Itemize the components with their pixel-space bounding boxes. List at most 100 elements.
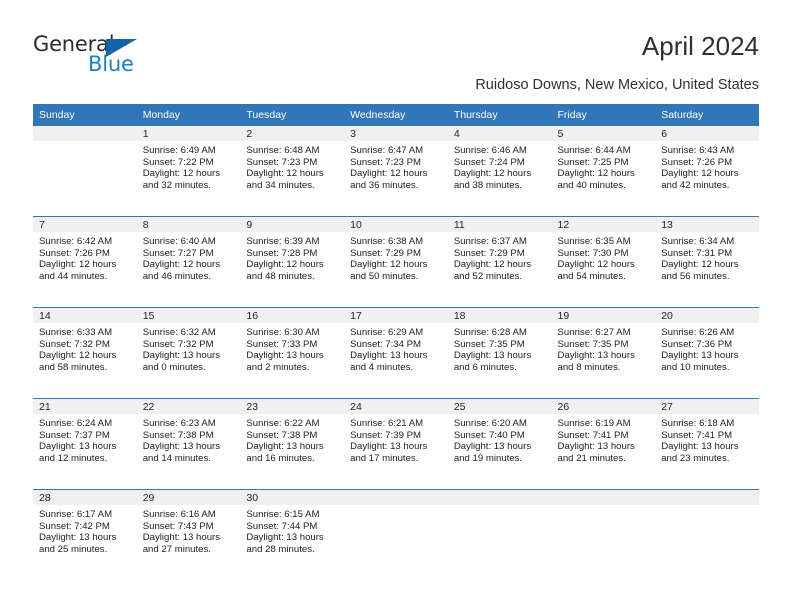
sunrise-time: Sunrise: 6:35 AM: [557, 236, 631, 247]
calendar-day-cell[interactable]: 3 Sunrise: 6:47 AM Sunset: 7:23 PM Daylight…: [344, 126, 448, 217]
sunset-time: Sunset: 7:41 PM: [661, 429, 733, 441]
day-cell-inner: 7 Sunrise: 6:42 AM Sunset: 7:26 PM Daylight…: [33, 217, 137, 307]
daylight-duration-line1: Daylight: 13 hours: [246, 441, 324, 453]
sunset-time: Sunset: 7:22 PM: [142, 156, 214, 168]
day-number: 1: [136, 126, 241, 141]
calendar-day-cell[interactable]: 7 Sunrise: 6:42 AM Sunset: 7:26 PM Daylight…: [33, 216, 137, 308]
day-details: Sunrise: 6:49 AM Sunset: 7:22 PM Daylight:…: [137, 141, 241, 191]
calendar-day-cell[interactable]: 22 Sunrise: 6:23 AM Sunset: 7:38 PM Dayligh…: [136, 398, 241, 490]
calendar-day-cell[interactable]: 12 Sunrise: 6:35 AM Sunset: 7:30 PM Dayligh…: [551, 216, 656, 308]
calendar-day-cell[interactable]: 26 Sunrise: 6:19 AM Sunset: 7:41 PM Dayligh…: [551, 398, 656, 490]
calendar-day-cell[interactable]: 29 Sunrise: 6:16 AM Sunset: 7:43 PM Dayligh…: [136, 489, 241, 580]
calendar-body: 1 Sunrise: 6:49 AM Sunset: 7:22 PM Daylight…: [33, 126, 759, 580]
sunset-time: Sunset: 7:27 PM: [142, 247, 214, 259]
day-details: Sunrise: 6:32 AM Sunset: 7:32 PM Daylight:…: [137, 323, 241, 373]
day-details: Sunrise: 6:15 AM Sunset: 7:44 PM Daylight:…: [240, 505, 344, 555]
calendar-day-cell[interactable]: 11 Sunrise: 6:37 AM Sunset: 7:29 PM Dayligh…: [447, 216, 552, 308]
day-cell-inner: 26 Sunrise: 6:19 AM Sunset: 7:41 PM Dayligh…: [551, 399, 656, 489]
calendar-day-cell[interactable]: 10 Sunrise: 6:38 AM Sunset: 7:29 PM Dayligh…: [344, 216, 448, 308]
daylight-duration-line1: Daylight: 13 hours: [142, 532, 221, 544]
calendar-day-cell: [447, 489, 552, 580]
day-cell-inner: 13 Sunrise: 6:34 AM Sunset: 7:31 PM Dayligh…: [655, 217, 759, 307]
sunset-time: Sunset: 7:34 PM: [350, 338, 422, 350]
daylight-duration-line2: and 12 minutes.: [39, 452, 108, 464]
calendar-day-cell[interactable]: 14 Sunrise: 6:33 AM Sunset: 7:32 PM Dayligh…: [33, 307, 137, 399]
calendar-day-cell[interactable]: 6 Sunrise: 6:43 AM Sunset: 7:26 PM Daylight…: [655, 126, 759, 217]
daylight-duration-line1: Daylight: 12 hours: [557, 259, 635, 271]
daylight-duration-line1: Daylight: 12 hours: [453, 168, 532, 180]
weekday-header-friday: Friday: [551, 104, 656, 126]
day-cell-inner: 21 Sunrise: 6:24 AM Sunset: 7:37 PM Dayligh…: [33, 399, 137, 489]
day-details: Sunrise: 6:33 AM Sunset: 7:32 PM Daylight:…: [33, 323, 137, 373]
calendar-day-cell[interactable]: 28 Sunrise: 6:17 AM Sunset: 7:42 PM Dayligh…: [33, 489, 137, 580]
sunrise-time: Sunrise: 6:26 AM: [661, 327, 735, 338]
sunrise-time: Sunrise: 6:17 AM: [39, 509, 113, 520]
calendar-day-cell[interactable]: 16 Sunrise: 6:30 AM Sunset: 7:33 PM Dayligh…: [240, 307, 345, 399]
calendar-day-cell[interactable]: 25 Sunrise: 6:20 AM Sunset: 7:40 PM Dayligh…: [447, 398, 552, 490]
sunrise-time: Sunrise: 6:24 AM: [39, 418, 113, 429]
day-cell-inner: [33, 126, 137, 216]
daylight-duration-line1: Daylight: 13 hours: [246, 350, 324, 362]
calendar-day-cell[interactable]: 4 Sunrise: 6:46 AM Sunset: 7:24 PM Daylight…: [447, 126, 552, 217]
calendar-day-cell: [655, 489, 759, 580]
calendar-day-cell[interactable]: 20 Sunrise: 6:26 AM Sunset: 7:36 PM Dayligh…: [655, 307, 759, 399]
calendar-day-cell[interactable]: 2 Sunrise: 6:48 AM Sunset: 7:23 PM Daylight…: [240, 126, 345, 217]
sunrise-time: Sunrise: 6:29 AM: [350, 327, 424, 338]
day-details: Sunrise: 6:48 AM Sunset: 7:23 PM Daylight:…: [240, 141, 344, 191]
sunset-time: Sunset: 7:38 PM: [142, 429, 214, 441]
day-number: 30: [240, 490, 345, 505]
day-details: Sunrise: 6:20 AM Sunset: 7:40 PM Daylight:…: [448, 414, 552, 464]
sunset-time: Sunset: 7:43 PM: [142, 520, 214, 532]
calendar-day-cell[interactable]: 17 Sunrise: 6:29 AM Sunset: 7:34 PM Dayligh…: [344, 307, 448, 399]
day-number: 18: [447, 308, 552, 323]
calendar-day-cell[interactable]: 23 Sunrise: 6:22 AM Sunset: 7:38 PM Dayligh…: [240, 398, 345, 490]
calendar-week-row: 28 Sunrise: 6:17 AM Sunset: 7:42 PM Dayligh…: [33, 489, 759, 580]
calendar-day-cell[interactable]: 1 Sunrise: 6:49 AM Sunset: 7:22 PM Daylight…: [136, 126, 241, 217]
location-subtitle: Ruidoso Downs, New Mexico, United States: [475, 77, 759, 93]
sunrise-time: Sunrise: 6:23 AM: [142, 418, 216, 429]
calendar-day-cell[interactable]: 27 Sunrise: 6:18 AM Sunset: 7:41 PM Dayligh…: [655, 398, 759, 490]
calendar-day-cell[interactable]: 21 Sunrise: 6:24 AM Sunset: 7:37 PM Dayligh…: [33, 398, 137, 490]
calendar-day-cell[interactable]: 24 Sunrise: 6:21 AM Sunset: 7:39 PM Dayligh…: [344, 398, 448, 490]
daylight-duration-line1: Daylight: 12 hours: [142, 168, 221, 180]
day-details: Sunrise: 6:24 AM Sunset: 7:37 PM Daylight:…: [33, 414, 137, 464]
daylight-duration-line1: Daylight: 12 hours: [246, 168, 324, 180]
calendar-day-cell[interactable]: 9 Sunrise: 6:39 AM Sunset: 7:28 PM Daylight…: [240, 216, 345, 308]
sunset-time: Sunset: 7:32 PM: [142, 338, 214, 350]
day-details: [552, 505, 656, 509]
calendar-day-cell[interactable]: 5 Sunrise: 6:44 AM Sunset: 7:25 PM Daylight…: [551, 126, 656, 217]
sunset-time: Sunset: 7:44 PM: [246, 520, 318, 532]
day-cell-inner: 22 Sunrise: 6:23 AM Sunset: 7:38 PM Dayligh…: [136, 399, 241, 489]
day-details: Sunrise: 6:19 AM Sunset: 7:41 PM Daylight:…: [552, 414, 656, 464]
daylight-duration-line2: and 0 minutes.: [142, 361, 206, 373]
day-cell-inner: 28 Sunrise: 6:17 AM Sunset: 7:42 PM Dayligh…: [33, 490, 137, 580]
calendar-day-cell[interactable]: 18 Sunrise: 6:28 AM Sunset: 7:35 PM Dayligh…: [447, 307, 552, 399]
sunrise-time: Sunrise: 6:20 AM: [453, 418, 527, 429]
daylight-duration-line1: Daylight: 12 hours: [142, 259, 221, 271]
sunset-time: Sunset: 7:33 PM: [246, 338, 318, 350]
day-number: 5: [551, 126, 656, 141]
calendar-day-cell[interactable]: 19 Sunrise: 6:27 AM Sunset: 7:35 PM Dayligh…: [551, 307, 656, 399]
day-details: [344, 505, 448, 509]
day-cell-inner: 2 Sunrise: 6:48 AM Sunset: 7:23 PM Daylight…: [240, 126, 345, 216]
daylight-duration-line2: and 6 minutes.: [453, 361, 517, 373]
day-details: Sunrise: 6:21 AM Sunset: 7:39 PM Daylight:…: [344, 414, 448, 464]
day-details: Sunrise: 6:22 AM Sunset: 7:38 PM Daylight:…: [240, 414, 344, 464]
calendar-day-cell: [551, 489, 656, 580]
day-number: [33, 126, 137, 141]
day-number: 2: [240, 126, 345, 141]
day-cell-inner: 15 Sunrise: 6:32 AM Sunset: 7:32 PM Dayligh…: [136, 308, 241, 398]
daylight-duration-line2: and 52 minutes.: [453, 270, 523, 282]
calendar-day-cell[interactable]: 8 Sunrise: 6:40 AM Sunset: 7:27 PM Daylight…: [136, 216, 241, 308]
sunset-time: Sunset: 7:24 PM: [453, 156, 525, 168]
daylight-duration-line2: and 38 minutes.: [453, 179, 523, 191]
calendar-day-cell[interactable]: 13 Sunrise: 6:34 AM Sunset: 7:31 PM Dayligh…: [655, 216, 759, 308]
sunrise-time: Sunrise: 6:40 AM: [142, 236, 216, 247]
calendar-day-cell[interactable]: 30 Sunrise: 6:15 AM Sunset: 7:44 PM Dayligh…: [240, 489, 345, 580]
day-number: [551, 490, 656, 505]
day-cell-inner: 10 Sunrise: 6:38 AM Sunset: 7:29 PM Dayligh…: [344, 217, 448, 307]
sunrise-time: Sunrise: 6:33 AM: [39, 327, 113, 338]
weekday-header-sunday: Sunday: [33, 104, 137, 126]
calendar-day-cell[interactable]: 15 Sunrise: 6:32 AM Sunset: 7:32 PM Dayligh…: [136, 307, 241, 399]
weekday-header-monday: Monday: [136, 104, 241, 126]
